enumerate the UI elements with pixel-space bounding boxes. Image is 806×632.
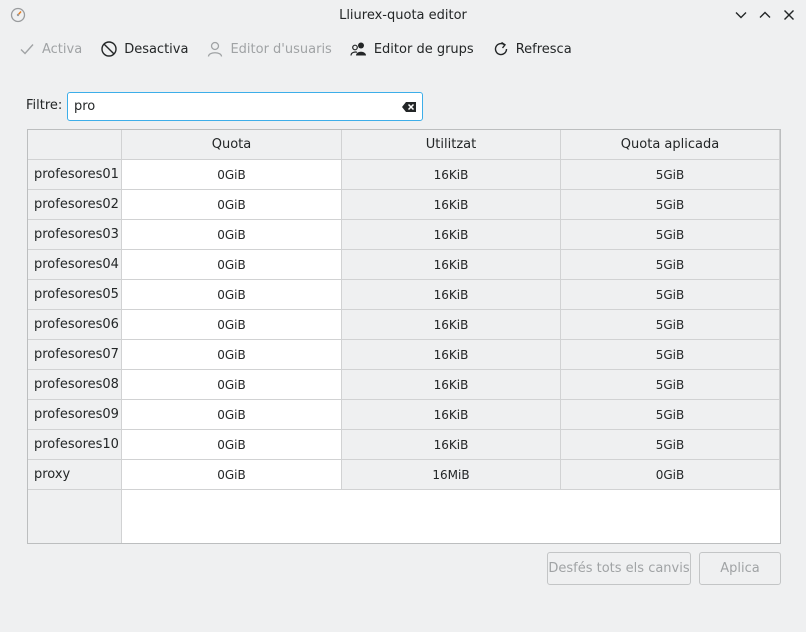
table-row: 0GiB 16MiB 0GiB (122, 460, 780, 490)
used-cell: 16KiB (342, 430, 561, 460)
activate-label: Activa (42, 41, 83, 57)
window-controls (732, 6, 798, 24)
applied-quota-cell: 5GiB (561, 190, 780, 220)
row-header[interactable]: profesores01 (28, 160, 122, 190)
row-header[interactable]: profesores07 (28, 340, 122, 370)
used-cell: 16KiB (342, 280, 561, 310)
table-row: 0GiB 16KiB 5GiB (122, 220, 780, 250)
table-row: 0GiB 16KiB 5GiB (122, 250, 780, 280)
activate-button[interactable]: Activa (12, 36, 88, 62)
table-row: 0GiB 16KiB 5GiB (122, 310, 780, 340)
used-cell: 16KiB (342, 310, 561, 340)
refresh-label: Refresca (515, 41, 572, 57)
filter-input[interactable] (74, 99, 384, 114)
row-header[interactable]: profesores05 (28, 280, 122, 310)
quota-table: Quota Utilitzat Quota aplicada profesore… (27, 129, 781, 544)
row-header[interactable]: proxy (28, 460, 122, 490)
quota-cell[interactable]: 0GiB (122, 340, 342, 370)
title-bar: Lliurex-quota editor (0, 0, 806, 30)
used-cell: 16KiB (342, 160, 561, 190)
maximize-button[interactable] (756, 6, 774, 24)
table-row: 0GiB 16KiB 5GiB (122, 340, 780, 370)
applied-quota-cell: 5GiB (561, 160, 780, 190)
column-header-used[interactable]: Utilitzat (342, 130, 561, 160)
row-header[interactable]: profesores02 (28, 190, 122, 220)
quota-cell[interactable]: 0GiB (122, 310, 342, 340)
applied-quota-cell: 5GiB (561, 280, 780, 310)
quota-cell[interactable]: 0GiB (122, 460, 342, 490)
applied-quota-cell: 5GiB (561, 310, 780, 340)
refresh-button[interactable]: Refresca (486, 36, 578, 62)
row-header[interactable]: profesores08 (28, 370, 122, 400)
app-icon (10, 7, 26, 23)
row-header[interactable]: profesores03 (28, 220, 122, 250)
chevron-down-icon (735, 12, 747, 19)
close-button[interactable] (780, 6, 798, 24)
row-header[interactable]: profesores10 (28, 430, 122, 460)
quota-cell[interactable]: 0GiB (122, 220, 342, 250)
quota-cell[interactable]: 0GiB (122, 190, 342, 220)
block-icon (101, 41, 117, 57)
table-row: 0GiB 16KiB 5GiB (122, 430, 780, 460)
used-cell: 16KiB (342, 370, 561, 400)
quota-cell[interactable]: 0GiB (122, 400, 342, 430)
deactivate-button[interactable]: Desactiva (94, 36, 194, 62)
filter-label: Filtre: (26, 98, 63, 113)
used-cell: 16KiB (342, 400, 561, 430)
toolbar: Activa Desactiva Editor d'usuaris Editor… (12, 36, 584, 62)
used-cell: 16MiB (342, 460, 561, 490)
group-editor-button[interactable]: Editor de grups (344, 36, 480, 62)
user-editor-label: Editor d'usuaris (230, 41, 332, 57)
filter-box (67, 92, 423, 121)
quota-cell[interactable]: 0GiB (122, 430, 342, 460)
quota-cell[interactable]: 0GiB (122, 370, 342, 400)
row-header[interactable]: profesores06 (28, 310, 122, 340)
chevron-up-icon (759, 11, 771, 18)
quota-cell[interactable]: 0GiB (122, 280, 342, 310)
group-editor-label: Editor de grups (373, 41, 474, 57)
used-cell: 16KiB (342, 250, 561, 280)
used-cell: 16KiB (342, 340, 561, 370)
apply-button[interactable]: Aplica (699, 552, 781, 585)
applied-quota-cell: 0GiB (561, 460, 780, 490)
table-row: 0GiB 16KiB 5GiB (122, 400, 780, 430)
window-title: Lliurex-quota editor (339, 7, 467, 23)
applied-quota-cell: 5GiB (561, 220, 780, 250)
applied-quota-cell: 5GiB (561, 370, 780, 400)
user-editor-button[interactable]: Editor d'usuaris (200, 36, 337, 62)
column-header-applied[interactable]: Quota aplicada (561, 130, 780, 160)
quota-cell[interactable]: 0GiB (122, 160, 342, 190)
clear-text-icon[interactable] (401, 99, 417, 115)
quota-cell[interactable]: 0GiB (122, 250, 342, 280)
table-corner (28, 130, 122, 160)
group-icon (350, 42, 366, 56)
applied-quota-cell: 5GiB (561, 400, 780, 430)
used-cell: 16KiB (342, 220, 561, 250)
row-header[interactable]: profesores04 (28, 250, 122, 280)
column-header-quota[interactable]: Quota (122, 130, 342, 160)
checkmark-icon (20, 44, 34, 55)
used-cell: 16KiB (342, 190, 561, 220)
applied-quota-cell: 5GiB (561, 250, 780, 280)
close-icon (784, 10, 794, 20)
table-row: 0GiB 16KiB 5GiB (122, 280, 780, 310)
table-row: 0GiB 16KiB 5GiB (122, 190, 780, 220)
table-row: 0GiB 16KiB 5GiB (122, 160, 780, 190)
table-row: 0GiB 16KiB 5GiB (122, 370, 780, 400)
user-icon (208, 41, 223, 57)
undo-all-button[interactable]: Desfés tots els canvis (547, 552, 691, 585)
row-header[interactable]: profesores09 (28, 400, 122, 430)
applied-quota-cell: 5GiB (561, 340, 780, 370)
refresh-icon (494, 41, 507, 56)
deactivate-label: Desactiva (124, 41, 189, 57)
applied-quota-cell: 5GiB (561, 430, 780, 460)
minimize-button[interactable] (732, 6, 750, 24)
